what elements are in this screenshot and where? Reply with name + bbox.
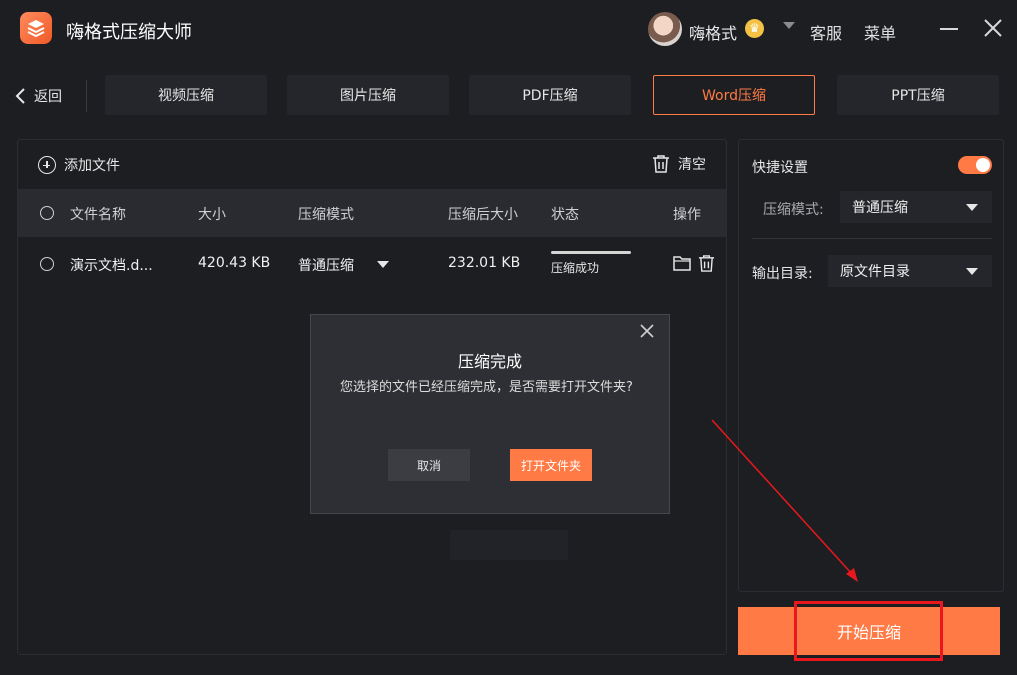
compress-mode-select[interactable]: 普通压缩: [298, 255, 354, 275]
app-title: 嗨格式压缩大师: [66, 22, 192, 43]
column-header: 文件名称: [70, 207, 126, 223]
chevron-down-icon[interactable]: [377, 261, 389, 268]
close-icon[interactable]: [982, 17, 1004, 39]
chevron-down-icon: [966, 267, 978, 275]
divider: [752, 238, 992, 239]
tab-video[interactable]: 视频压缩: [105, 75, 267, 115]
add-circle-icon: [38, 156, 56, 174]
output-dir-value: 原文件目录: [840, 264, 910, 280]
minimize-icon[interactable]: [940, 28, 958, 30]
trash-icon: [653, 155, 669, 173]
clear-label: 清空: [678, 157, 706, 173]
column-header: 压缩模式: [298, 207, 354, 223]
select-all-radio[interactable]: [40, 206, 54, 220]
tab-image[interactable]: 图片压缩: [287, 75, 449, 115]
quick-settings-toggle[interactable]: [958, 156, 992, 174]
customer-service-button[interactable]: 客服: [810, 20, 842, 44]
output-dir-dropdown[interactable]: 原文件目录: [828, 255, 992, 287]
app-logo-icon: [20, 12, 52, 44]
add-file-label: 添加文件: [64, 158, 120, 174]
add-file-button[interactable]: 添加文件: [38, 155, 120, 175]
row-select-radio[interactable]: [40, 257, 54, 271]
avatar[interactable]: [648, 12, 682, 46]
crown-badge-icon: ♛: [745, 19, 764, 38]
divider: [86, 80, 87, 112]
empty-placeholder: [450, 530, 568, 560]
back-label: 返回: [34, 89, 62, 105]
quick-settings-label: 快捷设置: [752, 160, 808, 176]
user-dropdown-icon[interactable]: [783, 22, 795, 29]
dialog-close-icon[interactable]: [639, 323, 655, 339]
dialog-message: 您选择的文件已经压缩完成，是否需要打开文件夹?: [340, 380, 633, 395]
column-header: 大小: [198, 207, 226, 223]
chevron-down-icon: [966, 203, 978, 211]
username[interactable]: 嗨格式: [689, 20, 737, 44]
delete-icon[interactable]: [698, 254, 715, 273]
progress-bar: [551, 251, 631, 254]
clear-button[interactable]: 清空: [652, 154, 706, 174]
file-size: 420.43 KB: [198, 255, 271, 271]
compress-mode-dropdown[interactable]: 普通压缩: [840, 191, 992, 223]
column-header: 操作: [673, 207, 701, 223]
menu-button[interactable]: 菜单: [864, 20, 896, 44]
output-dir-label: 输出目录:: [752, 266, 813, 282]
back-button[interactable]: 返回: [14, 84, 62, 108]
cancel-button[interactable]: 取消: [388, 449, 470, 481]
chevron-left-icon: [15, 88, 25, 104]
compressed-size: 232.01 KB: [448, 255, 521, 271]
compress-mode-value: 普通压缩: [852, 200, 908, 216]
tab-pdf[interactable]: PDF压缩: [469, 75, 631, 115]
folder-icon[interactable]: [673, 255, 691, 271]
compression-complete-dialog: [310, 314, 670, 514]
compress-mode-label: 压缩模式:: [763, 202, 824, 218]
annotation-arrow-icon: [711, 419, 858, 582]
file-name: 演示文档.d...: [70, 258, 153, 274]
dialog-title: 压缩完成: [457, 352, 522, 371]
status-text: 压缩成功: [551, 261, 600, 275]
tab-word[interactable]: Word压缩: [653, 75, 815, 115]
column-header: 状态: [551, 207, 579, 223]
tab-ppt[interactable]: PPT压缩: [837, 75, 999, 115]
annotation-highlight-box: [794, 601, 943, 661]
column-header: 压缩后大小: [448, 207, 518, 223]
open-folder-button[interactable]: 打开文件夹: [510, 449, 592, 481]
